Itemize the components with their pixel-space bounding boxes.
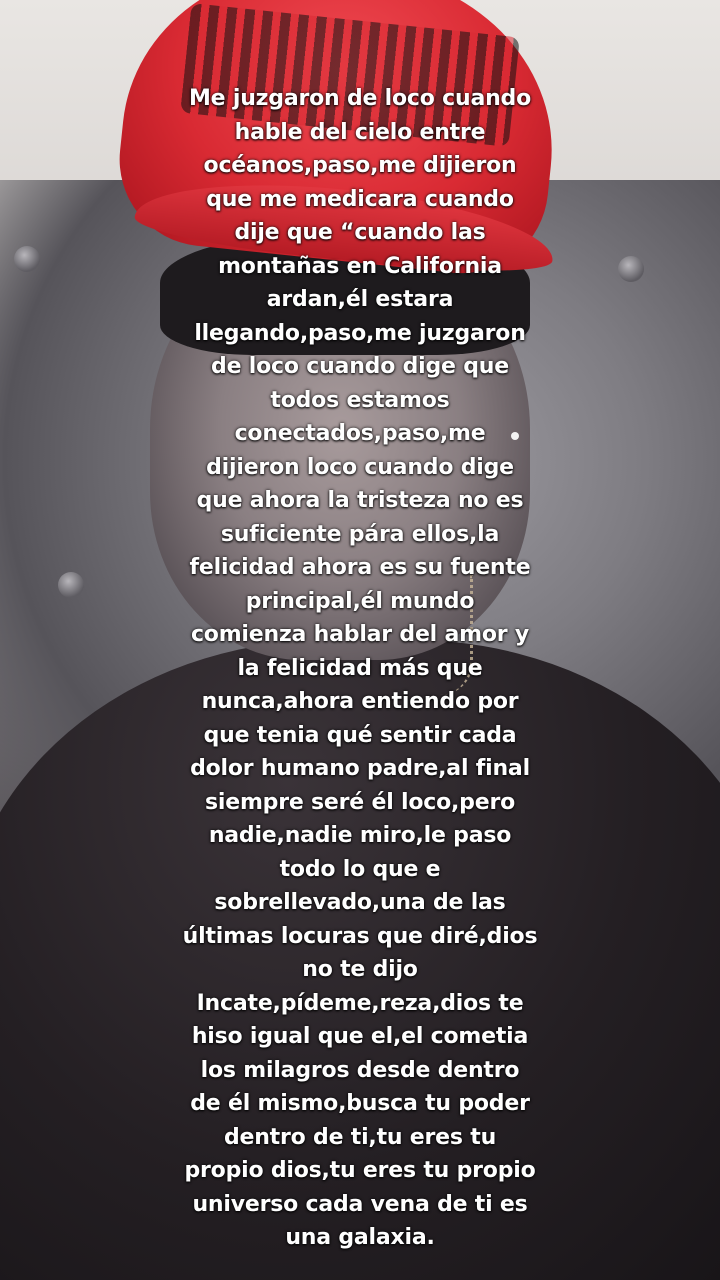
caption-text: Me juzgaron de loco cuando hable del cie…: [182, 86, 538, 1250]
headboard-button: [618, 256, 644, 282]
video-frame: Me juzgaron de loco cuando hable del cie…: [0, 0, 720, 1280]
headboard-button: [58, 572, 84, 598]
headboard-button: [14, 246, 40, 272]
